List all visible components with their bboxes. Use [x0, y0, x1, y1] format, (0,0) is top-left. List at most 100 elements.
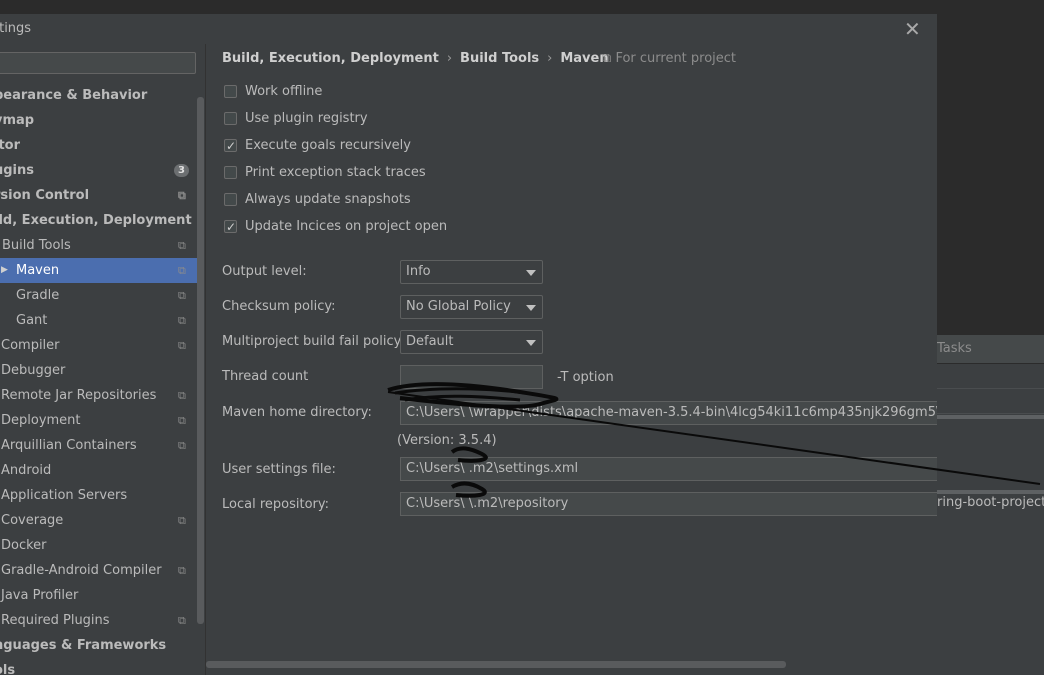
local-repository-label: Local repository: [222, 497, 329, 512]
checkbox-label: Update Incices on project open [245, 219, 448, 234]
sidebar-item-label: ugins [0, 163, 35, 178]
update-count-badge: 3 [174, 164, 189, 177]
copy-icon: ⧉ [178, 514, 186, 527]
local-repository-input[interactable]: C:\Users\ \.m2\repository [400, 492, 937, 516]
sidebar-item[interactable]: pearance & Behavior [0, 83, 197, 108]
copy-icon: ⧉ [178, 389, 186, 402]
sidebar-item[interactable]: itor [0, 133, 197, 158]
sidebar-item[interactable]: Android [0, 458, 197, 483]
sidebar-item[interactable]: Build Tools ⧉ [0, 233, 197, 258]
sidebar-item[interactable]: Java Profiler [0, 583, 197, 608]
sidebar-item[interactable]: Docker [0, 533, 197, 558]
sidebar-item-label: ymap [0, 113, 35, 128]
checkbox-label: Always update snapshots [245, 192, 411, 207]
checkbox-label: Use plugin registry [245, 111, 368, 126]
sidebar-item-label: Remote Jar Repositories [1, 388, 157, 403]
sidebar-item-label: Build Tools [2, 238, 71, 253]
sidebar-item-label: ols [0, 663, 16, 675]
checksum-policy-value: No Global Policy [406, 299, 511, 314]
sidebar-item-label: Required Plugins [1, 613, 110, 628]
sidebar-item[interactable]: rsion Control ⧉ [0, 183, 197, 208]
settings-sidebar: pearance & Behavior ymap itor ugins 3 rsion C… [0, 44, 206, 675]
chevron-down-icon [526, 270, 536, 276]
checkbox-checked-icon[interactable] [224, 137, 237, 155]
window-title: ttings [0, 21, 32, 36]
user-settings-input[interactable]: C:\Users\ .m2\settings.xml [400, 457, 937, 481]
sidebar-item-label: Debugger [1, 363, 66, 378]
settings-search-input[interactable] [0, 52, 196, 74]
horizontal-scrollbar[interactable] [206, 661, 786, 668]
thread-count-input[interactable] [400, 365, 543, 389]
sidebar-item-label: Java Profiler [1, 588, 79, 603]
background-path-text: ring-boot-project\ [937, 495, 1044, 510]
checkbox-unchecked-icon[interactable] [224, 112, 237, 125]
checksum-policy-select[interactable]: No Global Policy [400, 295, 543, 319]
sidebar-item[interactable]: ild, Execution, Deployment [0, 208, 197, 233]
chevron-down-icon [526, 305, 536, 311]
sidebar-item-label: Android [1, 463, 52, 478]
sidebar-item[interactable]: ▶ Maven ⧉ [0, 258, 197, 283]
maven-home-input[interactable]: C:\Users\ \wrapper\dists\apache-maven-3.… [400, 401, 937, 425]
settings-tree: pearance & Behavior ymap itor ugins 3 rsion C… [0, 83, 197, 675]
checkbox-checked-icon[interactable] [224, 218, 237, 236]
multiproject-fail-select[interactable]: Default [400, 330, 543, 354]
sidebar-item[interactable]: Gant ⧉ [0, 308, 197, 333]
copy-icon: ⧉ [178, 189, 186, 202]
expand-arrow-icon: ▶ [1, 265, 8, 275]
title-bar: ttings ✕ [0, 14, 937, 44]
copy-icon: ⧉ [178, 439, 186, 452]
copy-icon: ⧉ [602, 51, 612, 66]
sidebar-item[interactable]: Gradle-Android Compiler ⧉ [0, 558, 197, 583]
copy-icon: ⧉ [178, 414, 186, 427]
sidebar-item[interactable]: Arquillian Containers ⧉ [0, 433, 197, 458]
sidebar-item-label: Gradle-Android Compiler [1, 563, 162, 578]
copy-icon: ⧉ [178, 289, 186, 302]
sidebar-scrollbar[interactable] [197, 97, 204, 624]
sidebar-item[interactable]: ugins 3 [0, 158, 197, 183]
background-panel-header: Tasks [937, 335, 1044, 364]
sidebar-item-label: ild, Execution, Deployment [0, 213, 192, 228]
sidebar-item-label: Deployment [1, 413, 81, 428]
sidebar-item[interactable]: Required Plugins ⧉ [0, 608, 197, 633]
output-level-select[interactable]: Info [400, 260, 543, 284]
sidebar-item[interactable]: Debugger [0, 358, 197, 383]
copy-icon: ⧉ [178, 239, 186, 252]
checkbox-unchecked-icon[interactable] [224, 85, 237, 98]
breadcrumb-separator: › [446, 51, 453, 66]
copy-icon: ⧉ [178, 564, 186, 577]
thread-count-hint: -T option [557, 370, 614, 385]
breadcrumb-part[interactable]: Build, Execution, Deployment [222, 51, 439, 66]
sidebar-item[interactable]: Application Servers [0, 483, 197, 508]
settings-dialog: ttings ✕ pearance & Behavior ymap itor ugin… [0, 14, 937, 675]
sidebar-item[interactable]: nguages & Frameworks [0, 633, 197, 658]
background-row [937, 389, 1044, 414]
background-scrollbar [937, 490, 1044, 494]
sidebar-item-label: nguages & Frameworks [0, 638, 167, 653]
sidebar-item[interactable]: Deployment ⧉ [0, 408, 197, 433]
sidebar-item[interactable]: Coverage ⧉ [0, 508, 197, 533]
sidebar-item-label: Docker [1, 538, 47, 553]
sidebar-item-label: Compiler [1, 338, 60, 353]
breadcrumb-part[interactable]: Build Tools [460, 51, 539, 66]
sidebar-item-label: Gant [16, 313, 48, 328]
chevron-down-icon [526, 340, 536, 346]
sidebar-item[interactable]: Gradle ⧉ [0, 283, 197, 308]
sidebar-item[interactable]: Remote Jar Repositories ⧉ [0, 383, 197, 408]
checkbox-unchecked-icon[interactable] [224, 193, 237, 206]
sidebar-item-label: pearance & Behavior [0, 88, 148, 103]
scope-indicator: ⧉ For current project [602, 51, 736, 66]
checkbox-label: Execute goals recursively [245, 138, 411, 153]
thread-count-label: Thread count [222, 369, 309, 384]
background-row [937, 364, 1044, 389]
sidebar-item[interactable]: ols [0, 658, 197, 675]
sidebar-item[interactable]: Compiler ⧉ [0, 333, 197, 358]
checkbox-unchecked-icon[interactable] [224, 166, 237, 179]
close-icon[interactable]: ✕ [904, 17, 921, 41]
breadcrumb-separator: › [547, 51, 553, 66]
sidebar-item-label: rsion Control [0, 188, 90, 203]
breadcrumb: Build, Execution, Deployment › Build Tools… [222, 51, 609, 66]
sidebar-item-label: Gradle [16, 288, 60, 303]
sidebar-item[interactable]: ymap [0, 108, 197, 133]
scope-label: For current project [615, 51, 737, 66]
sidebar-item-label: Coverage [1, 513, 64, 528]
